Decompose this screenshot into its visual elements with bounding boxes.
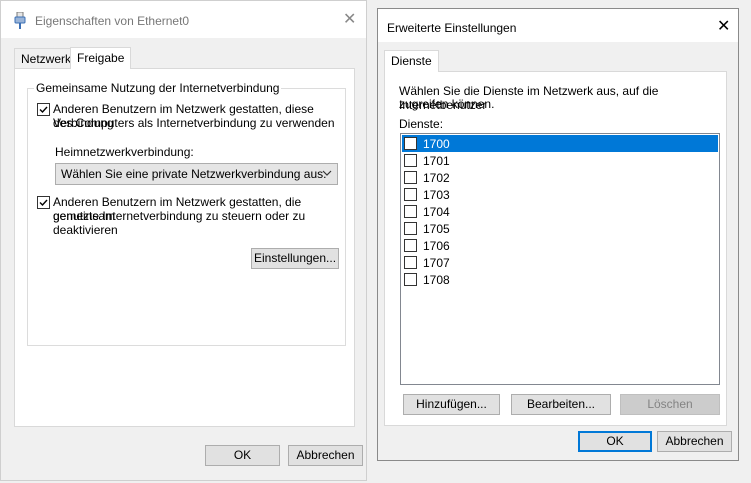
service-name: 1708 [423, 273, 450, 287]
service-row[interactable]: 1704 [402, 203, 718, 220]
checkmark-icon [39, 106, 48, 114]
service-row[interactable]: 1706 [402, 237, 718, 254]
service-name: 1704 [423, 205, 450, 219]
tab-bar: Netzwerk Freigabe [14, 47, 354, 69]
window-title: Erweiterte Einstellungen [387, 21, 517, 35]
service-name: 1705 [423, 222, 450, 236]
service-checkbox[interactable] [404, 256, 417, 269]
home-network-label: Heimnetzwerkverbindung: [55, 145, 194, 159]
cancel-button[interactable]: Abbrechen [657, 431, 732, 452]
tab-label: Netzwerk [21, 52, 72, 66]
services-label: Dienste: [399, 117, 444, 131]
close-icon[interactable]: ✕ [343, 12, 356, 28]
home-network-select-value: Wählen Sie eine private Netzwerkverbindu… [61, 167, 327, 181]
service-checkbox[interactable] [404, 273, 417, 286]
chevron-down-icon [322, 167, 332, 181]
freigabe-panel: Gemeinsame Nutzung der Internetverbindun… [14, 68, 355, 427]
advanced-settings-window: Erweiterte Einstellungen ✕ Dienste Wähle… [377, 8, 739, 461]
ethernet-properties-window: Eigenschaften von Ethernet0 ✕ Netzwerk F… [0, 0, 367, 481]
group-title: Gemeinsame Nutzung der Internetverbindun… [34, 81, 282, 95]
service-name: 1706 [423, 239, 450, 253]
tab-label: Dienste [391, 54, 432, 68]
service-name: 1707 [423, 256, 450, 270]
service-row[interactable]: 1701 [402, 152, 718, 169]
ok-button[interactable]: OK [578, 431, 652, 452]
close-icon[interactable]: ✕ [717, 19, 730, 35]
service-row[interactable]: 1703 [402, 186, 718, 203]
tab-dienste[interactable]: Dienste [384, 50, 439, 72]
cancel-button[interactable]: Abbrechen [288, 445, 363, 466]
service-name: 1701 [423, 154, 450, 168]
service-row[interactable]: 1708 [402, 271, 718, 288]
service-row[interactable]: 1705 [402, 220, 718, 237]
service-name: 1702 [423, 171, 450, 185]
allow-control-label-line2: genutzte Internetverbindung zu steuern o… [53, 209, 306, 237]
service-checkbox[interactable] [404, 205, 417, 218]
tab-label: Freigabe [77, 51, 125, 65]
checkmark-icon [39, 199, 48, 207]
service-checkbox[interactable] [404, 154, 417, 167]
description-line2: zugreifen können. [399, 97, 495, 111]
service-row[interactable]: 1702 [402, 169, 718, 186]
service-name: 1703 [423, 188, 450, 202]
allow-sharing-label-line2: des Computers als Internetverbindung zu … [53, 116, 335, 130]
window-title: Eigenschaften von Ethernet0 [35, 14, 190, 28]
service-checkbox[interactable] [404, 239, 417, 252]
title-bar: Eigenschaften von Ethernet0 ✕ [1, 1, 366, 38]
add-button[interactable]: Hinzufügen... [403, 394, 500, 415]
title-bar: Erweiterte Einstellungen ✕ [378, 9, 738, 42]
tab-freigabe[interactable]: Freigabe [70, 47, 132, 69]
home-network-select[interactable]: Wählen Sie eine private Netzwerkverbindu… [55, 163, 338, 185]
service-row[interactable]: 1707 [402, 254, 718, 271]
tab-bar: Dienste [384, 50, 724, 72]
ok-button[interactable]: OK [205, 445, 280, 466]
network-adapter-icon [14, 11, 26, 32]
service-checkbox[interactable] [404, 222, 417, 235]
tab-netzwerk[interactable]: Netzwerk [14, 48, 79, 68]
service-checkbox[interactable] [404, 137, 417, 150]
service-checkbox[interactable] [404, 171, 417, 184]
services-list[interactable]: 1700 1701 1702 1703 1704 1705 1706 1707 1708 [400, 133, 720, 385]
delete-button[interactable]: Löschen [620, 394, 720, 415]
allow-sharing-checkbox[interactable] [37, 103, 50, 116]
service-name: 1700 [423, 137, 450, 151]
settings-button[interactable]: Einstellungen... [251, 248, 339, 269]
dienste-panel: Wählen Sie die Dienste im Netzwerk aus, … [384, 71, 727, 426]
allow-control-checkbox[interactable] [37, 196, 50, 209]
service-row[interactable]: 1700 [402, 135, 718, 152]
edit-button[interactable]: Bearbeiten... [511, 394, 611, 415]
service-checkbox[interactable] [404, 188, 417, 201]
